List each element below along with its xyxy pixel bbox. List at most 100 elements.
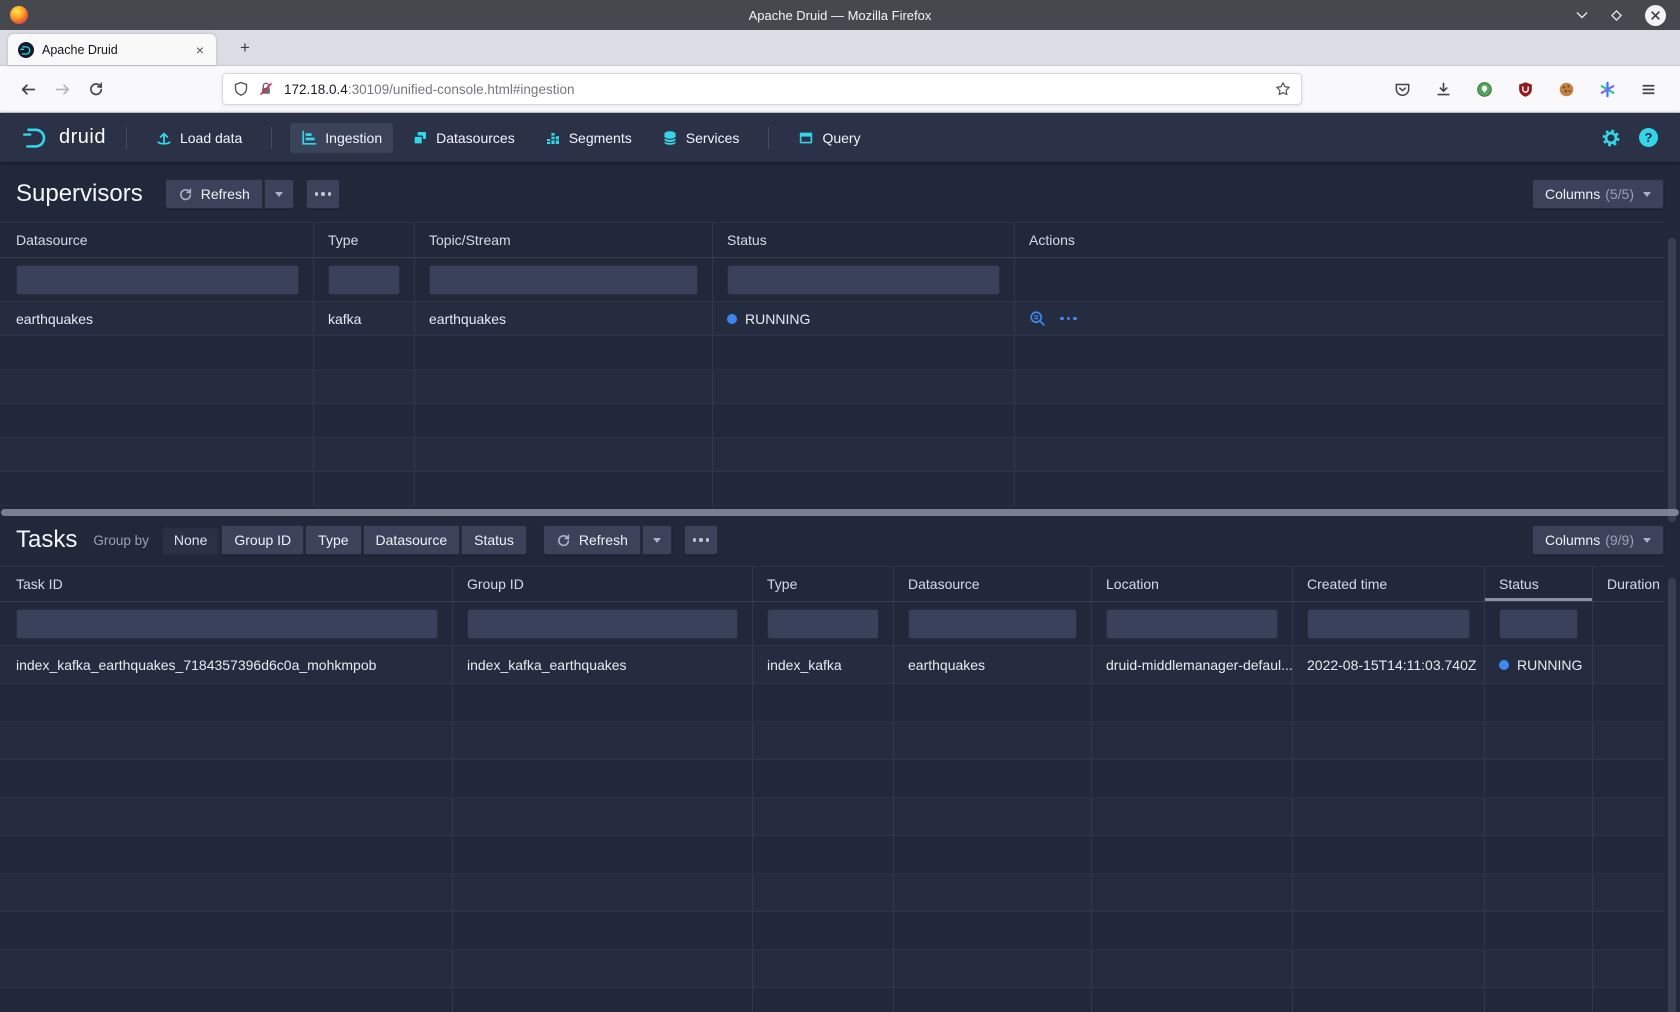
status-filter-input[interactable]	[1499, 609, 1578, 639]
nav-label: Query	[822, 130, 860, 146]
nav-query[interactable]: Query	[787, 123, 871, 153]
shield-icon[interactable]	[233, 81, 249, 97]
empty-cell	[0, 336, 314, 369]
window-maximize-icon[interactable]	[1610, 9, 1623, 22]
bookmark-star-icon[interactable]	[1275, 81, 1291, 97]
tasks-columns-button[interactable]: Columns (9/9)	[1532, 525, 1664, 555]
empty-cell	[753, 874, 894, 911]
empty-cell	[0, 404, 314, 437]
druid-logo[interactable]: druid	[14, 123, 112, 153]
group-by-group-id-button[interactable]: Group ID	[221, 525, 304, 555]
tab-close-icon[interactable]: ×	[192, 42, 208, 58]
column-header[interactable]: Task ID	[0, 567, 453, 601]
download-icon[interactable]	[1427, 73, 1459, 105]
column-header[interactable]: Actions	[1015, 223, 1664, 257]
row-more-actions-icon[interactable]	[1060, 317, 1077, 321]
reload-button[interactable]	[80, 73, 112, 105]
column-header[interactable]: Status	[713, 223, 1015, 257]
nav-services[interactable]: Services	[651, 123, 751, 153]
group-by-type-button[interactable]: Type	[305, 525, 361, 555]
window-close-icon[interactable]	[1645, 5, 1666, 26]
column-header[interactable]: Datasource	[0, 223, 314, 257]
supervisors-filter-row	[0, 258, 1664, 302]
topic-filter-input[interactable]	[429, 265, 698, 295]
query-console-icon	[798, 130, 814, 146]
group-by-none-button[interactable]: None	[161, 525, 220, 555]
forward-button[interactable]	[46, 73, 78, 105]
empty-table-row	[0, 798, 1664, 836]
empty-cell	[1015, 336, 1664, 369]
empty-cell	[453, 912, 753, 949]
ublock-shield-icon[interactable]	[1509, 73, 1541, 105]
status-filter-input[interactable]	[727, 265, 1000, 295]
tasks-refresh-button[interactable]: Refresh	[543, 525, 641, 555]
tasks-more-button[interactable]	[684, 525, 718, 555]
pocket-icon[interactable]	[1386, 73, 1418, 105]
empty-cell	[0, 874, 453, 911]
tasks-refresh-dropdown-button[interactable]	[642, 525, 672, 555]
column-header[interactable]: Type	[753, 567, 894, 601]
empty-cell	[1293, 988, 1485, 1012]
empty-cell	[415, 370, 713, 403]
task-id-filter-input[interactable]	[16, 609, 438, 639]
tasks-vertical-scrollbar[interactable]	[1668, 578, 1676, 1012]
type-filter-input[interactable]	[767, 609, 879, 639]
back-button[interactable]	[12, 73, 44, 105]
empty-table-row	[0, 684, 1664, 722]
supervisors-vertical-scrollbar[interactable]	[1668, 238, 1676, 522]
extension-green-icon[interactable]	[1468, 73, 1500, 105]
supervisors-refresh-button[interactable]: Refresh	[165, 179, 263, 209]
nav-datasources[interactable]: Datasources	[401, 123, 526, 153]
new-tab-button[interactable]: +	[230, 33, 260, 63]
location-filter-input[interactable]	[1106, 609, 1278, 639]
lock-disabled-icon[interactable]	[258, 81, 274, 97]
cookie-extension-icon[interactable]	[1550, 73, 1582, 105]
empty-cell	[1485, 988, 1593, 1012]
empty-cell	[753, 798, 894, 835]
settings-gear-icon[interactable]	[1601, 128, 1621, 148]
help-icon[interactable]: ?	[1639, 128, 1658, 147]
empty-cell	[894, 874, 1092, 911]
supervisor-row[interactable]: earthquakes kafka earthquakes RUNNING	[0, 302, 1664, 336]
colorful-asterisk-extension-icon[interactable]	[1591, 73, 1623, 105]
nav-label: Ingestion	[325, 130, 382, 146]
datasource-filter-input[interactable]	[16, 265, 299, 295]
group-id-filter-input[interactable]	[467, 609, 738, 639]
empty-cell	[753, 760, 894, 797]
url-text[interactable]: 172.18.0.4:30109/unified-console.html#in…	[284, 82, 1275, 97]
column-header[interactable]: Topic/Stream	[415, 223, 713, 257]
column-header[interactable]: Datasource	[894, 567, 1092, 601]
horizontal-scrollbar[interactable]	[1, 509, 1679, 516]
task-row[interactable]: index_kafka_earthquakes_7184357396d6c0a_…	[0, 646, 1664, 684]
created-time-filter-input[interactable]	[1307, 609, 1470, 639]
refresh-icon	[556, 533, 571, 548]
supervisors-columns-button[interactable]: Columns (5/5)	[1532, 179, 1664, 209]
column-header[interactable]: Type	[314, 223, 415, 257]
column-header[interactable]: Created time	[1293, 567, 1485, 601]
nav-load-data[interactable]: Load data	[145, 123, 253, 153]
supervisors-refresh-dropdown-button[interactable]	[264, 179, 294, 209]
empty-cell	[894, 950, 1092, 987]
column-header[interactable]: Duration	[1593, 567, 1664, 601]
nav-segments[interactable]: Segments	[534, 123, 643, 153]
datasource-filter-input[interactable]	[908, 609, 1077, 639]
column-header[interactable]: Location	[1092, 567, 1293, 601]
browser-tab[interactable]: Apache Druid ×	[8, 34, 216, 65]
group-by-datasource-button[interactable]: Datasource	[363, 525, 461, 555]
supervisors-more-button[interactable]	[306, 179, 340, 209]
url-bar[interactable]: 172.18.0.4:30109/unified-console.html#in…	[222, 73, 1302, 105]
empty-cell	[713, 404, 1015, 437]
type-filter-input[interactable]	[328, 265, 400, 295]
window-minimize-icon[interactable]	[1576, 11, 1588, 19]
detail-magnifier-icon[interactable]	[1029, 310, 1046, 327]
empty-table-row	[0, 370, 1664, 404]
column-header-sorted[interactable]: Status	[1485, 567, 1593, 601]
group-by-status-button[interactable]: Status	[461, 525, 527, 555]
empty-cell	[0, 722, 453, 759]
nav-ingestion[interactable]: Ingestion	[290, 123, 393, 153]
chevron-down-icon	[653, 538, 661, 543]
empty-cell	[1593, 950, 1664, 987]
tab-favicon-druid-icon	[18, 42, 34, 58]
hamburger-menu-icon[interactable]	[1632, 73, 1664, 105]
column-header[interactable]: Group ID	[453, 567, 753, 601]
